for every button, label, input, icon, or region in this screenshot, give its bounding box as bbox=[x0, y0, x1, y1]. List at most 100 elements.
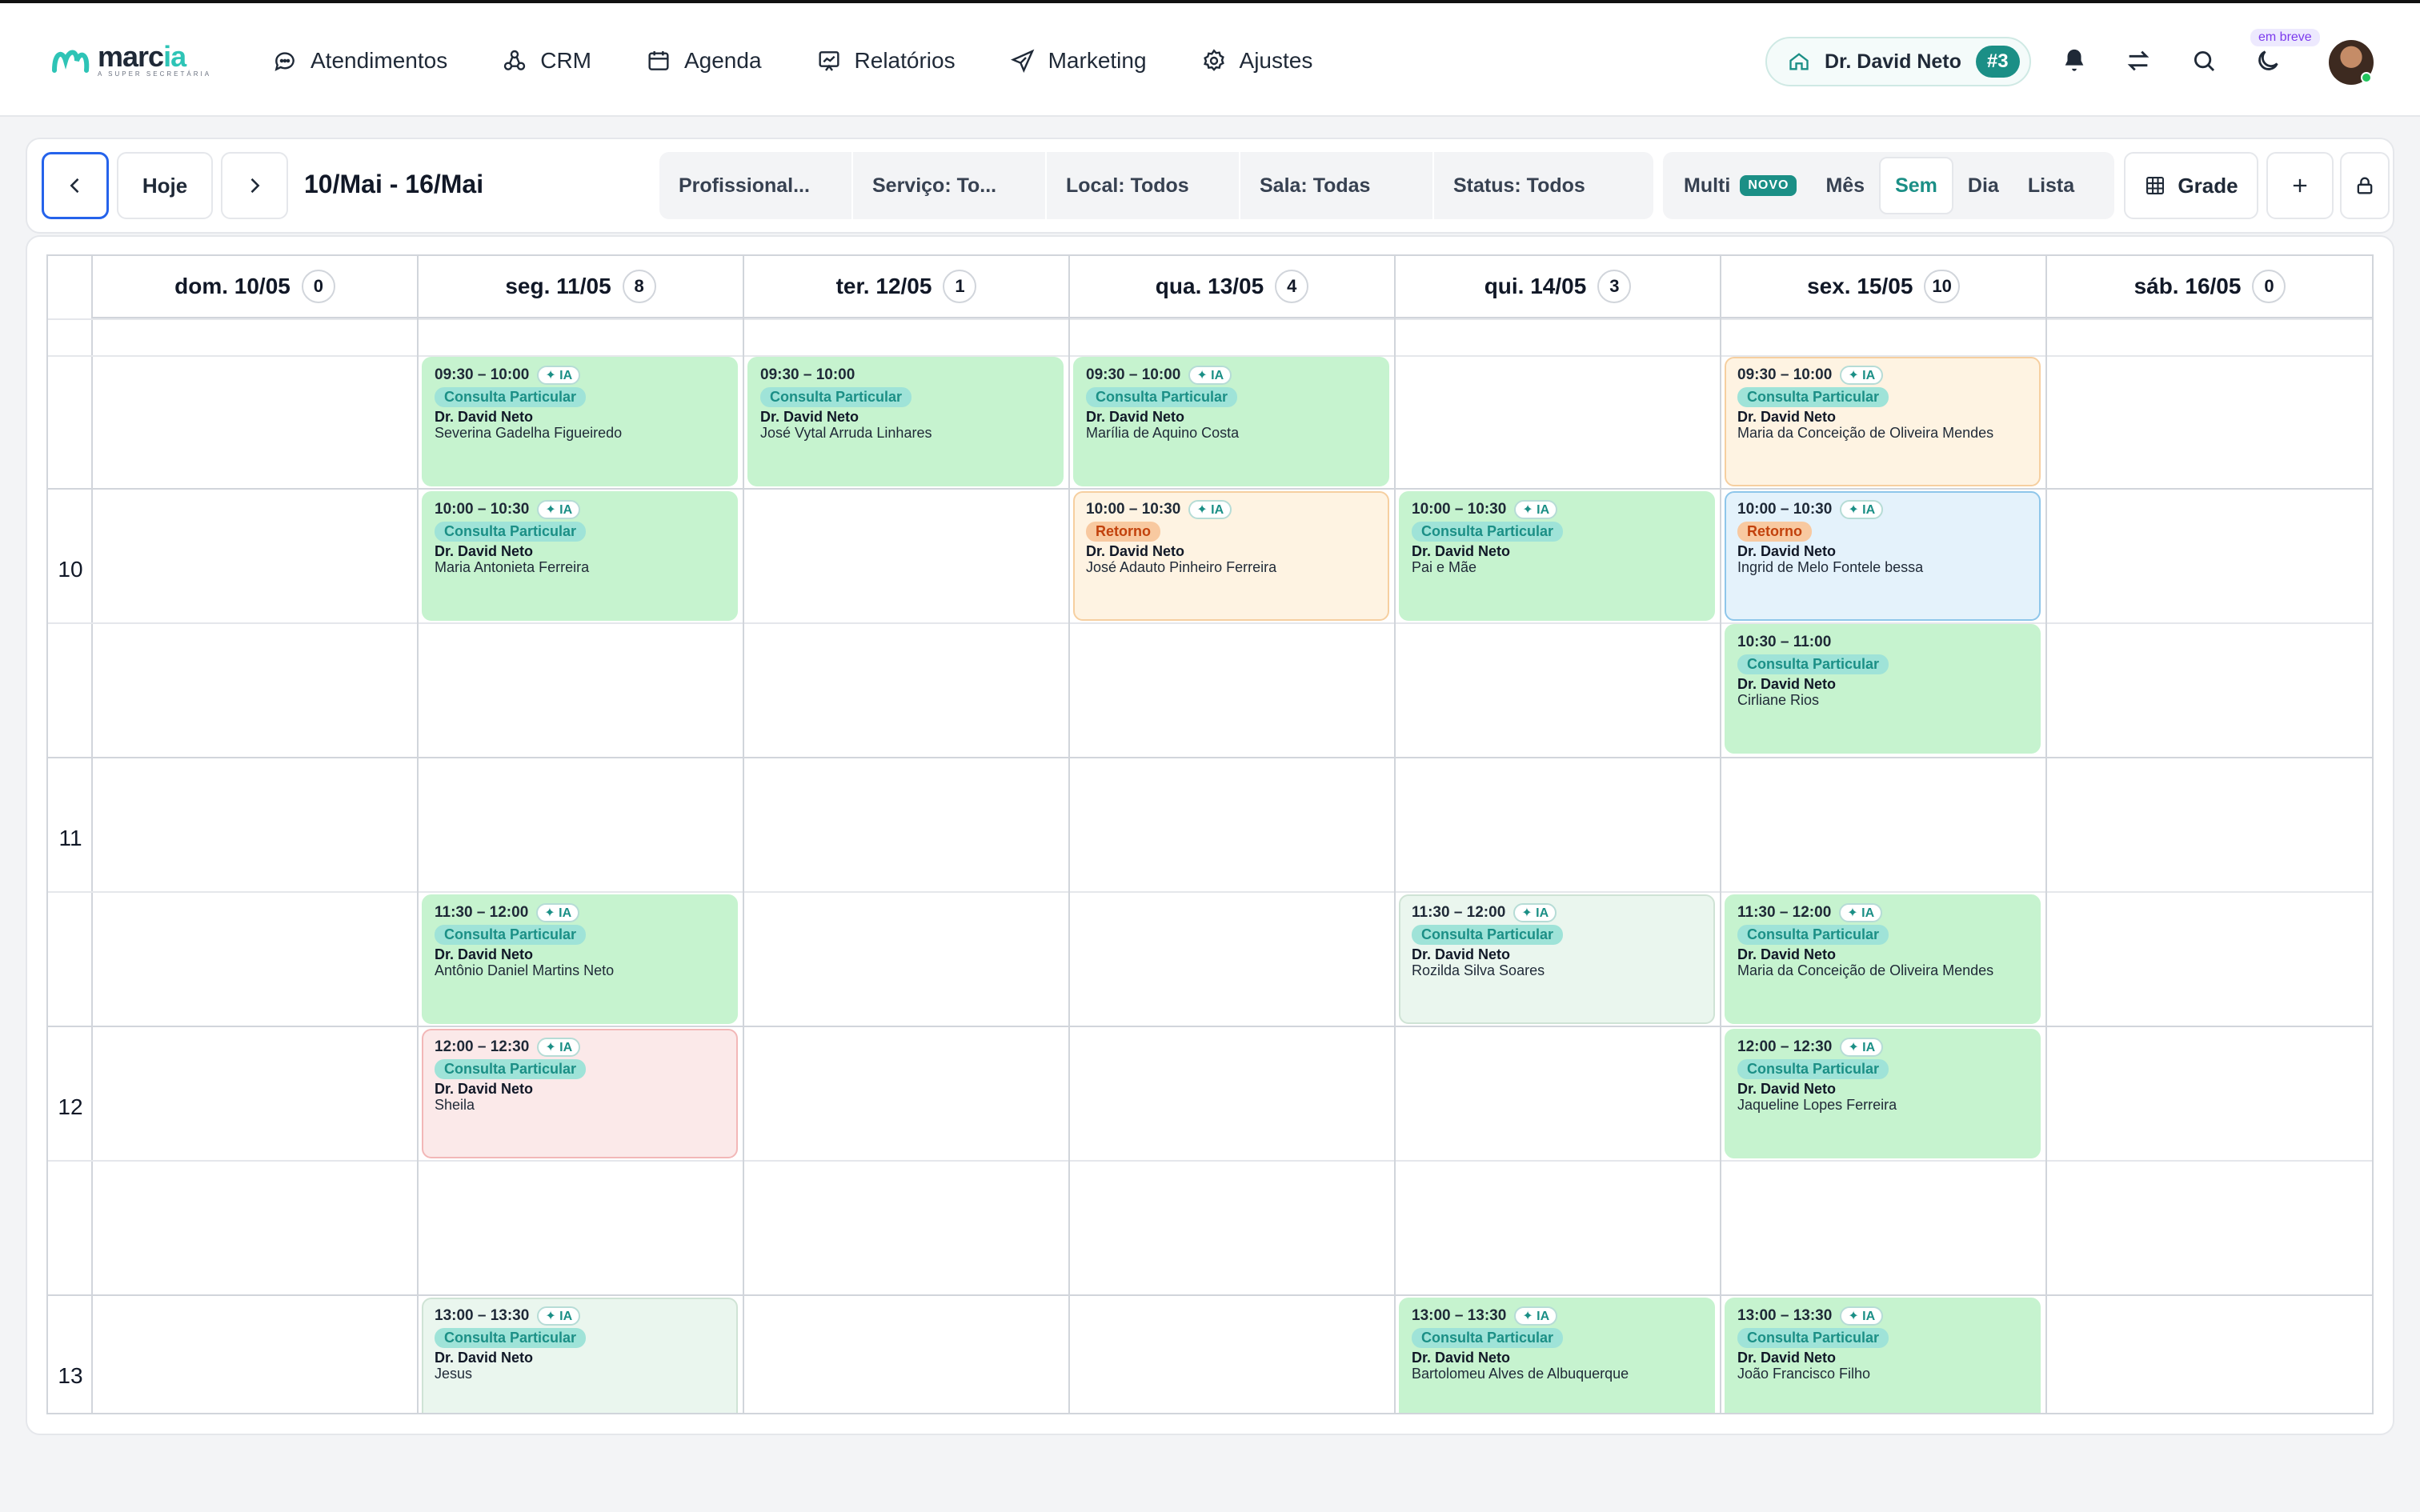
ai-badge: ✦ IA bbox=[537, 1038, 581, 1057]
user-pill[interactable]: Dr. David Neto #3 bbox=[1765, 37, 2031, 86]
week-calendar-grid: 10 11 12 13 dom. 10/05 0 seg. 11/05 8 09:3… bbox=[46, 254, 2374, 1414]
appointment-card[interactable]: 13:00 – 13:30 ✦ IA Consulta Particular Dr… bbox=[1725, 1298, 2041, 1413]
service-tag: Consulta Particular bbox=[1412, 522, 1564, 542]
day-column-friday[interactable]: sex. 15/05 10 09:30 – 10:00 ✦ IA Consulta … bbox=[1721, 256, 2047, 1413]
day-header[interactable]: sex. 15/05 10 bbox=[1721, 256, 2045, 318]
main-nav: Atendimentos CRM Agenda Relatórios Marke… bbox=[272, 45, 1367, 77]
online-status-dot bbox=[2361, 72, 2372, 83]
bell-icon bbox=[2065, 49, 2084, 71]
filter-location[interactable]: Local: Todos bbox=[1047, 152, 1240, 219]
day-header[interactable]: sáb. 16/05 0 bbox=[2047, 256, 2372, 318]
hour-label: 13 bbox=[58, 1363, 83, 1388]
service-tag: Consulta Particular bbox=[435, 1328, 587, 1348]
service-tag: Consulta Particular bbox=[1412, 1328, 1564, 1348]
day-column-sunday[interactable]: dom. 10/05 0 bbox=[93, 256, 419, 1413]
view-list[interactable]: Lista bbox=[2013, 157, 2089, 214]
today-button[interactable]: Hoje bbox=[117, 152, 213, 219]
day-header[interactable]: ter. 12/05 1 bbox=[744, 256, 1068, 318]
ai-badge: ✦ IA bbox=[1840, 1306, 1884, 1326]
ai-badge: ✦ IA bbox=[1839, 903, 1883, 922]
filters-group: Profissional... Serviço: To... Local: To… bbox=[659, 152, 1653, 219]
view-day[interactable]: Dia bbox=[1953, 157, 2013, 214]
ai-badge: ✦ IA bbox=[1840, 500, 1884, 519]
chat-bubble-icon bbox=[274, 52, 294, 71]
nav-crm[interactable]: CRM bbox=[502, 45, 591, 77]
day-column-saturday[interactable]: sáb. 16/05 0 bbox=[2047, 256, 2372, 1413]
lock-button[interactable] bbox=[2340, 152, 2390, 219]
ai-badge: ✦ IA bbox=[1514, 500, 1558, 519]
appointment-count-badge: 10 bbox=[1924, 270, 1960, 303]
appointment-card[interactable]: 10:00 – 10:30 ✦ IA Consulta Particular Dr… bbox=[1399, 491, 1715, 621]
ai-badge: ✦ IA bbox=[1840, 366, 1884, 385]
notifications-button[interactable] bbox=[2058, 45, 2090, 77]
next-week-button[interactable] bbox=[221, 152, 288, 219]
moon-icon bbox=[2258, 50, 2278, 70]
swap-arrows-icon bbox=[2127, 50, 2150, 71]
ai-badge: ✦ IA bbox=[537, 500, 581, 519]
service-tag: Consulta Particular bbox=[1737, 1328, 1889, 1348]
nav-ajustes[interactable]: Ajustes bbox=[1201, 45, 1312, 77]
search-button[interactable] bbox=[2188, 45, 2220, 77]
view-multi[interactable]: Multi NOVO bbox=[1669, 157, 1811, 214]
ai-badge: ✦ IA bbox=[1513, 903, 1557, 922]
date-range-label: 10/Mai - 16/Mai bbox=[304, 170, 484, 198]
chart-icon bbox=[818, 51, 839, 71]
nav-agenda[interactable]: Agenda bbox=[646, 45, 762, 77]
day-header[interactable]: qui. 14/05 3 bbox=[1396, 256, 1720, 318]
filter-status[interactable]: Status: Todos bbox=[1434, 152, 1628, 219]
network-icon bbox=[504, 50, 526, 70]
filter-room[interactable]: Sala: Todas bbox=[1240, 152, 1434, 219]
calendar-icon bbox=[648, 51, 669, 70]
appointment-card[interactable]: 09:30 – 10:00 ✦ IA Consulta Particular Dr… bbox=[1073, 357, 1389, 486]
grid-icon bbox=[2146, 177, 2165, 194]
appointment-count-badge: 8 bbox=[622, 270, 656, 303]
day-header[interactable]: dom. 10/05 0 bbox=[93, 256, 417, 318]
filter-service[interactable]: Serviço: To... bbox=[853, 152, 1047, 219]
filter-professional[interactable]: Profissional... bbox=[659, 152, 853, 219]
ai-badge: ✦ IA bbox=[1188, 500, 1232, 519]
appointment-card[interactable]: 13:00 – 13:30 ✦ IA Consulta Particular Dr… bbox=[422, 1298, 738, 1413]
appointment-card[interactable]: 11:30 – 12:00 ✦ IA Consulta Particular Dr… bbox=[422, 894, 738, 1024]
hour-label: 12 bbox=[58, 1094, 83, 1119]
appointment-card[interactable]: 12:00 – 12:30 ✦ IA Consulta Particular Dr… bbox=[1725, 1029, 2041, 1158]
hour-label: 10 bbox=[58, 557, 83, 582]
day-header[interactable]: qua. 13/05 4 bbox=[1070, 256, 1394, 318]
day-column-tuesday[interactable]: ter. 12/05 1 09:30 – 10:00 Consulta Parti… bbox=[744, 256, 1070, 1413]
appointment-card[interactable]: 10:30 – 11:00 Consulta Particular Dr. Da… bbox=[1725, 624, 2041, 754]
view-week[interactable]: Sem bbox=[1879, 157, 1953, 214]
appointment-card[interactable]: 11:30 – 12:00 ✦ IA Consulta Particular Dr… bbox=[1399, 894, 1715, 1024]
appointment-card[interactable]: 11:30 – 12:00 ✦ IA Consulta Particular Dr… bbox=[1725, 894, 2041, 1024]
dark-mode-button[interactable] bbox=[2252, 45, 2284, 77]
appointment-card[interactable]: 09:30 – 10:00 ✦ IA Consulta Particular Dr… bbox=[422, 357, 738, 486]
logo-text: marcia bbox=[98, 40, 186, 73]
appointment-card[interactable]: 13:00 – 13:30 ✦ IA Consulta Particular Dr… bbox=[1399, 1298, 1715, 1413]
day-header[interactable]: seg. 11/05 8 bbox=[419, 256, 743, 318]
calendar-toolbar: Hoje 10/Mai - 16/Mai Profissional... Ser… bbox=[26, 138, 2394, 234]
appointment-card[interactable]: 10:00 – 10:30 ✦ IA Consulta Particular Dr… bbox=[422, 491, 738, 621]
user-name: Dr. David Neto bbox=[1825, 50, 1961, 73]
appointment-card[interactable]: 09:30 – 10:00 Consulta Particular Dr. Da… bbox=[747, 357, 1064, 486]
service-tag: Retorno bbox=[1086, 522, 1160, 542]
nav-atendimentos[interactable]: Atendimentos bbox=[272, 45, 447, 77]
day-column-monday[interactable]: seg. 11/05 8 09:30 – 10:00 ✦ IA Consulta P… bbox=[419, 256, 744, 1413]
chevron-left-icon bbox=[70, 178, 79, 194]
switch-button[interactable] bbox=[2122, 45, 2154, 77]
add-appointment-button[interactable] bbox=[2266, 152, 2334, 219]
day-column-wednesday[interactable]: qua. 13/05 4 09:30 – 10:00 ✦ IA Consulta P… bbox=[1070, 256, 1396, 1413]
chevron-right-icon bbox=[250, 178, 260, 194]
previous-week-button[interactable] bbox=[42, 152, 109, 219]
appointment-card[interactable]: 10:00 – 10:30 ✦ IA Retorno Dr. David Neto… bbox=[1073, 491, 1389, 621]
user-badge: #3 bbox=[1975, 46, 2020, 78]
appointment-card[interactable]: 12:00 – 12:30 ✦ IA Consulta Particular Dr… bbox=[422, 1029, 738, 1158]
grid-button[interactable]: Grade bbox=[2124, 152, 2258, 219]
appointment-card[interactable]: 10:00 – 10:30 ✦ IA Retorno Dr. David Neto… bbox=[1725, 491, 2041, 621]
nav-relatorios[interactable]: Relatórios bbox=[816, 45, 956, 77]
appointment-card[interactable]: 09:30 – 10:00 ✦ IA Consulta Particular Dr… bbox=[1725, 357, 2041, 486]
day-column-thursday[interactable]: qui. 14/05 3 10:00 – 10:30 ✦ IA Consulta P… bbox=[1396, 256, 1721, 1413]
nav-marketing[interactable]: Marketing bbox=[1010, 45, 1147, 77]
coming-soon-badge: em breve bbox=[2250, 29, 2320, 46]
app-logo[interactable]: marcia A SUPER SECRETÁRIA bbox=[50, 40, 211, 78]
service-tag: Consulta Particular bbox=[435, 1059, 587, 1079]
service-tag: Consulta Particular bbox=[435, 925, 587, 945]
view-month[interactable]: Mês bbox=[1811, 157, 1879, 214]
